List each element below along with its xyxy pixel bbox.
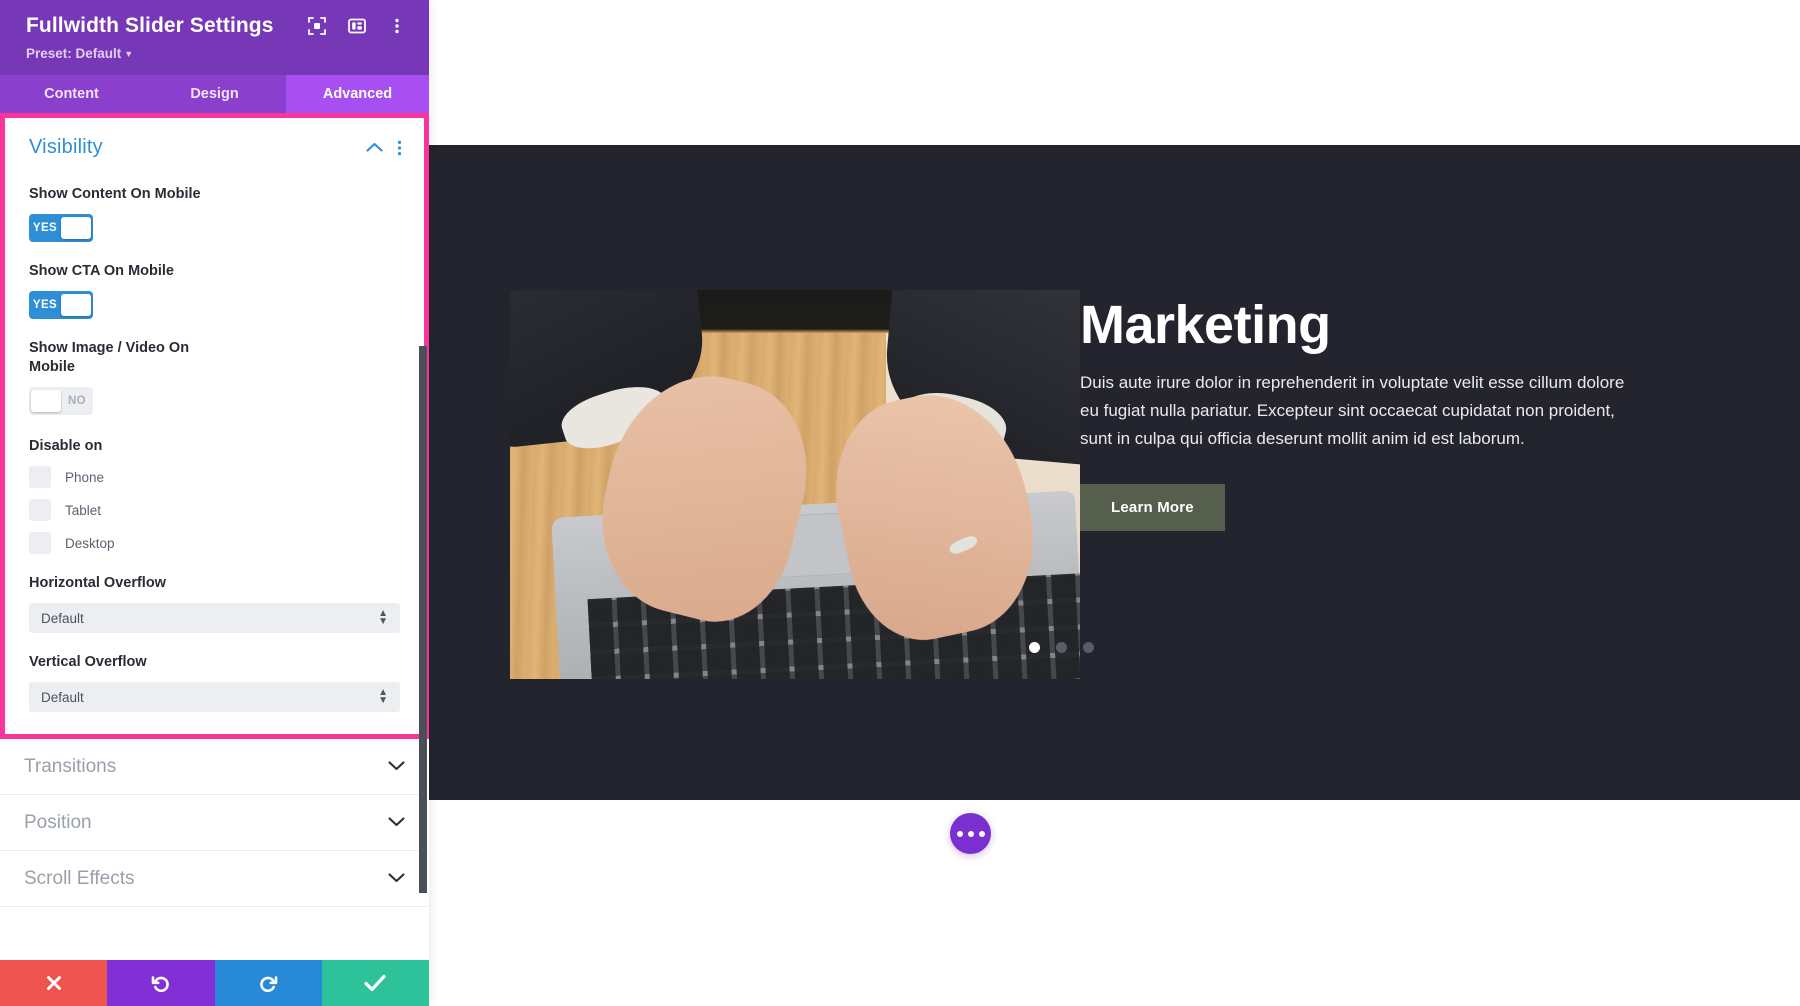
- toggle-value: NO: [67, 395, 87, 407]
- fullwidth-slider-section: Marketing Duis aute irure dolor in repre…: [429, 145, 1800, 800]
- visibility-group-title: Visibility: [29, 136, 103, 158]
- cancel-button[interactable]: [0, 960, 108, 1006]
- checkbox-desktop[interactable]: [29, 532, 51, 554]
- checkbox-row-desktop[interactable]: Desktop: [29, 532, 400, 554]
- checkmark-icon: [364, 974, 386, 992]
- checkbox-label: Phone: [65, 469, 105, 485]
- caret-down-icon: ▼: [124, 49, 134, 59]
- visibility-group-highlight: Visibility Show Content On Mobile YES Sh…: [0, 113, 429, 739]
- toggle-value: YES: [32, 222, 58, 234]
- close-x-icon: [46, 976, 61, 990]
- more-vertical-icon[interactable]: [387, 16, 407, 36]
- panel-header: Fullwidth Slider Settings Preset: Defaul…: [0, 0, 429, 75]
- toggle-knob: [61, 217, 91, 239]
- checkbox-tablet[interactable]: [29, 499, 51, 521]
- group-title: Transitions: [24, 755, 117, 777]
- undo-arrow-icon: [152, 975, 170, 992]
- field-label: Show CTA On Mobile: [29, 263, 174, 279]
- checkbox-label: Desktop: [65, 535, 115, 551]
- module-settings-panel: Fullwidth Slider Settings Preset: Defaul…: [0, 0, 429, 1006]
- group-title: Position: [24, 811, 92, 833]
- redo-arrow-icon: [259, 975, 277, 992]
- checkbox-phone[interactable]: [29, 466, 51, 488]
- slider-pagination: [1029, 642, 1094, 653]
- toggle-show-cta-on-mobile[interactable]: YES: [29, 291, 93, 319]
- chevron-up-icon[interactable]: [366, 142, 383, 153]
- toggle-knob: [61, 294, 91, 316]
- visibility-options-more-icon[interactable]: [397, 140, 402, 156]
- preview-top-whitespace: [429, 0, 1800, 145]
- select-value: Default: [41, 689, 84, 705]
- field-horizontal-overflow: Horizontal Overflow Default ▲ ▼: [5, 574, 424, 633]
- slide-text-block: Marketing Duis aute irure dolor in repre…: [1080, 295, 1720, 531]
- group-transitions[interactable]: Transitions: [0, 739, 429, 795]
- tab-advanced[interactable]: Advanced: [286, 75, 429, 113]
- ellipsis-icon: [956, 830, 963, 837]
- field-disable-on: Disable on Phone Tablet Desktop: [5, 437, 424, 554]
- group-title: Scroll Effects: [24, 867, 135, 889]
- panel-tabs: Content Design Advanced: [0, 75, 429, 113]
- slider-dot-3[interactable]: [1083, 642, 1094, 653]
- field-label: Show Image / Video On Mobile: [29, 340, 190, 375]
- field-show-image-video-on-mobile: Show Image / Video On Mobile NO: [5, 339, 424, 417]
- toggle-show-image-video-on-mobile[interactable]: NO: [29, 387, 93, 415]
- preset-selector[interactable]: Preset: Default: [26, 46, 121, 61]
- slider-dot-2[interactable]: [1056, 642, 1067, 653]
- field-label: Show Content On Mobile: [29, 186, 201, 202]
- chevron-down-icon[interactable]: [388, 814, 405, 832]
- slide-body-text: Duis aute irure dolor in reprehenderit i…: [1080, 373, 1625, 448]
- checkbox-row-tablet[interactable]: Tablet: [29, 499, 400, 521]
- preview-bottom-whitespace: [429, 800, 1800, 1006]
- toggle-value: YES: [32, 299, 58, 311]
- slider-dot-1[interactable]: [1029, 642, 1040, 653]
- field-label: Horizontal Overflow: [29, 575, 166, 591]
- focus-icon[interactable]: [307, 16, 327, 36]
- learn-more-button[interactable]: Learn More: [1080, 484, 1225, 531]
- field-label: Disable on: [29, 438, 103, 454]
- visibility-group-header[interactable]: Visibility: [5, 118, 424, 165]
- field-show-content-on-mobile: Show Content On Mobile YES: [5, 185, 424, 242]
- panel-scroll-area: Visibility Show Content On Mobile YES Sh…: [0, 113, 429, 960]
- page-preview: Marketing Duis aute irure dolor in repre…: [429, 0, 1800, 1006]
- select-vertical-overflow[interactable]: Default ▲ ▼: [29, 682, 400, 712]
- checkbox-label: Tablet: [65, 502, 102, 518]
- toggle-show-content-on-mobile[interactable]: YES: [29, 214, 93, 242]
- tab-content[interactable]: Content: [0, 75, 143, 113]
- layout-panel-icon[interactable]: [347, 16, 367, 36]
- select-stepper-icon: ▲ ▼: [378, 687, 388, 706]
- chevron-down-icon[interactable]: [388, 870, 405, 888]
- save-button[interactable]: [321, 960, 429, 1006]
- slide-image: [510, 290, 1080, 679]
- field-show-cta-on-mobile: Show CTA On Mobile YES: [5, 262, 424, 319]
- undo-button[interactable]: [107, 960, 215, 1006]
- app-root: Marketing Duis aute irure dolor in repre…: [0, 0, 1800, 1006]
- panel-title: Fullwidth Slider Settings: [26, 14, 274, 37]
- toggle-knob: [31, 390, 61, 412]
- slide-heading: Marketing: [1080, 295, 1331, 355]
- page-settings-fab[interactable]: [950, 813, 991, 854]
- select-value: Default: [41, 610, 84, 626]
- field-vertical-overflow: Vertical Overflow Default ▲ ▼: [5, 653, 424, 712]
- tab-design[interactable]: Design: [143, 75, 286, 113]
- redo-button[interactable]: [214, 960, 322, 1006]
- group-scroll-effects[interactable]: Scroll Effects: [0, 851, 429, 907]
- select-stepper-icon: ▲ ▼: [378, 608, 388, 627]
- field-label: Vertical Overflow: [29, 654, 147, 670]
- select-horizontal-overflow[interactable]: Default ▲ ▼: [29, 603, 400, 633]
- group-position[interactable]: Position: [0, 795, 429, 851]
- panel-scrollbar[interactable]: [419, 346, 427, 893]
- chevron-down-icon[interactable]: [388, 758, 405, 776]
- checkbox-row-phone[interactable]: Phone: [29, 466, 400, 488]
- panel-action-bar: [0, 960, 429, 1006]
